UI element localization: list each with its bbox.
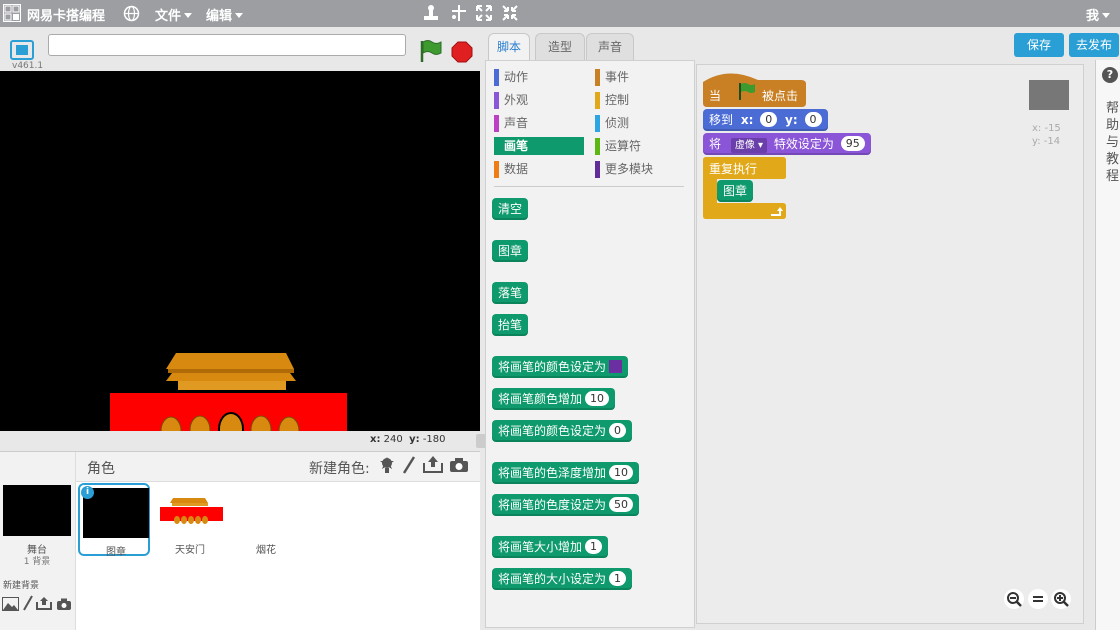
sprite-thumbnail xyxy=(233,486,299,536)
upload-icon[interactable] xyxy=(423,455,443,476)
category-data[interactable]: 数据 xyxy=(494,160,584,178)
loop-arrow-icon xyxy=(769,206,783,220)
change-pen-color-block[interactable]: 将画笔颜色增加 10 xyxy=(492,388,616,410)
palette-divider xyxy=(494,186,684,187)
set-pen-shade-block[interactable]: 将画笔的色度设定为 50 xyxy=(492,494,640,516)
category-looks[interactable]: 外观 xyxy=(494,91,584,109)
category-control[interactable]: 控制 xyxy=(595,91,685,109)
green-flag-icon xyxy=(737,81,757,104)
number-input[interactable]: 50 xyxy=(609,497,634,512)
save-button[interactable]: 保存 xyxy=(1014,33,1064,57)
edit-menu[interactable]: 编辑 xyxy=(206,5,244,24)
backdrop-camera-icon[interactable] xyxy=(56,598,72,614)
user-menu[interactable]: 我 xyxy=(1086,5,1111,24)
new-sprite-label: 新建角色: xyxy=(309,461,370,477)
grow-tool-icon[interactable] xyxy=(476,5,492,24)
tab-sounds[interactable]: 声音 xyxy=(586,33,634,60)
version-label: v461.1 xyxy=(12,61,44,71)
current-sprite-indicator xyxy=(1029,80,1069,110)
tab-costumes[interactable]: 造型 xyxy=(535,33,585,60)
logo-text[interactable]: 网易卡搭编程 xyxy=(27,5,105,24)
camera-icon[interactable] xyxy=(449,457,469,476)
sprite-name: 天安门 xyxy=(175,545,205,556)
number-input[interactable]: 1 xyxy=(585,539,603,554)
change-pen-size-block[interactable]: 将画笔大小增加 1 xyxy=(492,536,609,558)
number-input[interactable]: 10 xyxy=(609,465,634,480)
when-flag-clicked-block[interactable]: 当 被点击 xyxy=(703,70,806,107)
cut-tool-icon[interactable] xyxy=(450,4,468,25)
sprite-tile[interactable]: 天安门 xyxy=(154,483,226,556)
stop-button[interactable] xyxy=(451,41,473,66)
top-menu-bar: 网易卡搭编程 文件 编辑 我 xyxy=(0,0,1120,27)
number-input[interactable]: 10 xyxy=(585,391,610,406)
backdrop-upload-icon[interactable] xyxy=(36,596,52,613)
clear-block[interactable]: 清空 xyxy=(492,198,529,220)
sprite-thumbnail xyxy=(157,486,224,536)
category-sensing[interactable]: 侦测 xyxy=(595,114,685,132)
tab-scripts[interactable]: 脚本 xyxy=(488,33,530,60)
sprite-position-readout: x: -15 y: -14 xyxy=(1032,123,1061,147)
sprite-library-icon[interactable] xyxy=(378,456,396,477)
sprites-title: 角色 xyxy=(87,461,115,477)
set-pen-size-block[interactable]: 将画笔的大小设定为 1 xyxy=(492,568,633,590)
backdrop-paint-icon[interactable] xyxy=(22,595,34,614)
y-input[interactable]: 0 xyxy=(804,112,822,127)
color-picker[interactable] xyxy=(609,360,623,373)
pen-up-block[interactable]: 抬笔 xyxy=(492,314,529,336)
stage-thumbnail[interactable] xyxy=(3,485,71,536)
x-input[interactable]: 0 xyxy=(760,112,778,127)
set-effect-block[interactable]: 将 虚像 ▾ 特效设定为 95 xyxy=(703,133,871,155)
stage-canvas[interactable] xyxy=(0,71,480,431)
project-title-input[interactable] xyxy=(48,34,406,56)
tiananmen-sprite xyxy=(110,353,347,431)
mouse-coordinates: x: 240 y: -180 xyxy=(370,434,446,445)
publish-button[interactable]: 去发布 xyxy=(1069,33,1119,57)
category-more-blocks[interactable]: 更多模块 xyxy=(595,160,685,178)
zoom-out-icon[interactable] xyxy=(1004,589,1024,609)
info-icon[interactable]: i xyxy=(81,486,94,499)
category-pen[interactable]: 画笔 xyxy=(494,137,584,155)
backdrop-library-icon[interactable] xyxy=(2,597,19,614)
sprite-tile[interactable]: 烟花 xyxy=(230,483,302,556)
set-pen-color-to-color-block[interactable]: 将画笔的颜色设定为 xyxy=(492,356,629,378)
globe-icon[interactable] xyxy=(123,5,140,25)
set-pen-color-block[interactable]: 将画笔的颜色设定为 0 xyxy=(492,420,633,442)
new-backdrop-label: 新建背景 xyxy=(3,581,40,591)
duplicate-tool-icon[interactable] xyxy=(423,4,439,25)
effect-value-input[interactable]: 95 xyxy=(840,136,865,151)
stamp-block[interactable]: 图章 xyxy=(492,240,529,262)
paint-brush-icon[interactable] xyxy=(402,456,416,477)
effect-dropdown[interactable]: 虚像 ▾ xyxy=(730,138,768,153)
zoom-reset-icon[interactable] xyxy=(1028,589,1048,609)
logo-icon xyxy=(3,4,21,22)
sprite-tile[interactable]: 图章 i xyxy=(78,483,150,558)
number-input[interactable]: 0 xyxy=(609,423,627,438)
category-events[interactable]: 事件 xyxy=(595,68,685,86)
change-pen-shade-block[interactable]: 将画笔的色泽度增加 10 xyxy=(492,462,640,484)
shrink-tool-icon[interactable] xyxy=(502,5,518,24)
green-flag-button[interactable] xyxy=(418,38,444,67)
file-menu[interactable]: 文件 xyxy=(155,5,193,24)
zoom-controls xyxy=(1004,589,1074,611)
stamp-script-block[interactable]: 图章 xyxy=(717,180,754,202)
backdrop-count: 1 背景 xyxy=(23,557,51,567)
go-to-xy-block[interactable]: 移到 x: 0 y: 0 xyxy=(703,109,828,131)
help-icon[interactable]: ? xyxy=(1102,67,1118,83)
category-motion[interactable]: 动作 xyxy=(494,68,584,86)
category-operators[interactable]: 运算符 xyxy=(595,137,685,155)
fullscreen-button[interactable] xyxy=(10,40,34,60)
sprite-name: 烟花 xyxy=(256,545,276,556)
pen-down-block[interactable]: 落笔 xyxy=(492,282,529,304)
sprite-name: 图章 xyxy=(106,547,126,558)
category-sound[interactable]: 声音 xyxy=(494,114,584,132)
zoom-in-icon[interactable] xyxy=(1051,589,1071,609)
number-input[interactable]: 1 xyxy=(609,571,627,586)
help-tutorial-link[interactable]: 帮助与教程 xyxy=(1106,100,1120,185)
